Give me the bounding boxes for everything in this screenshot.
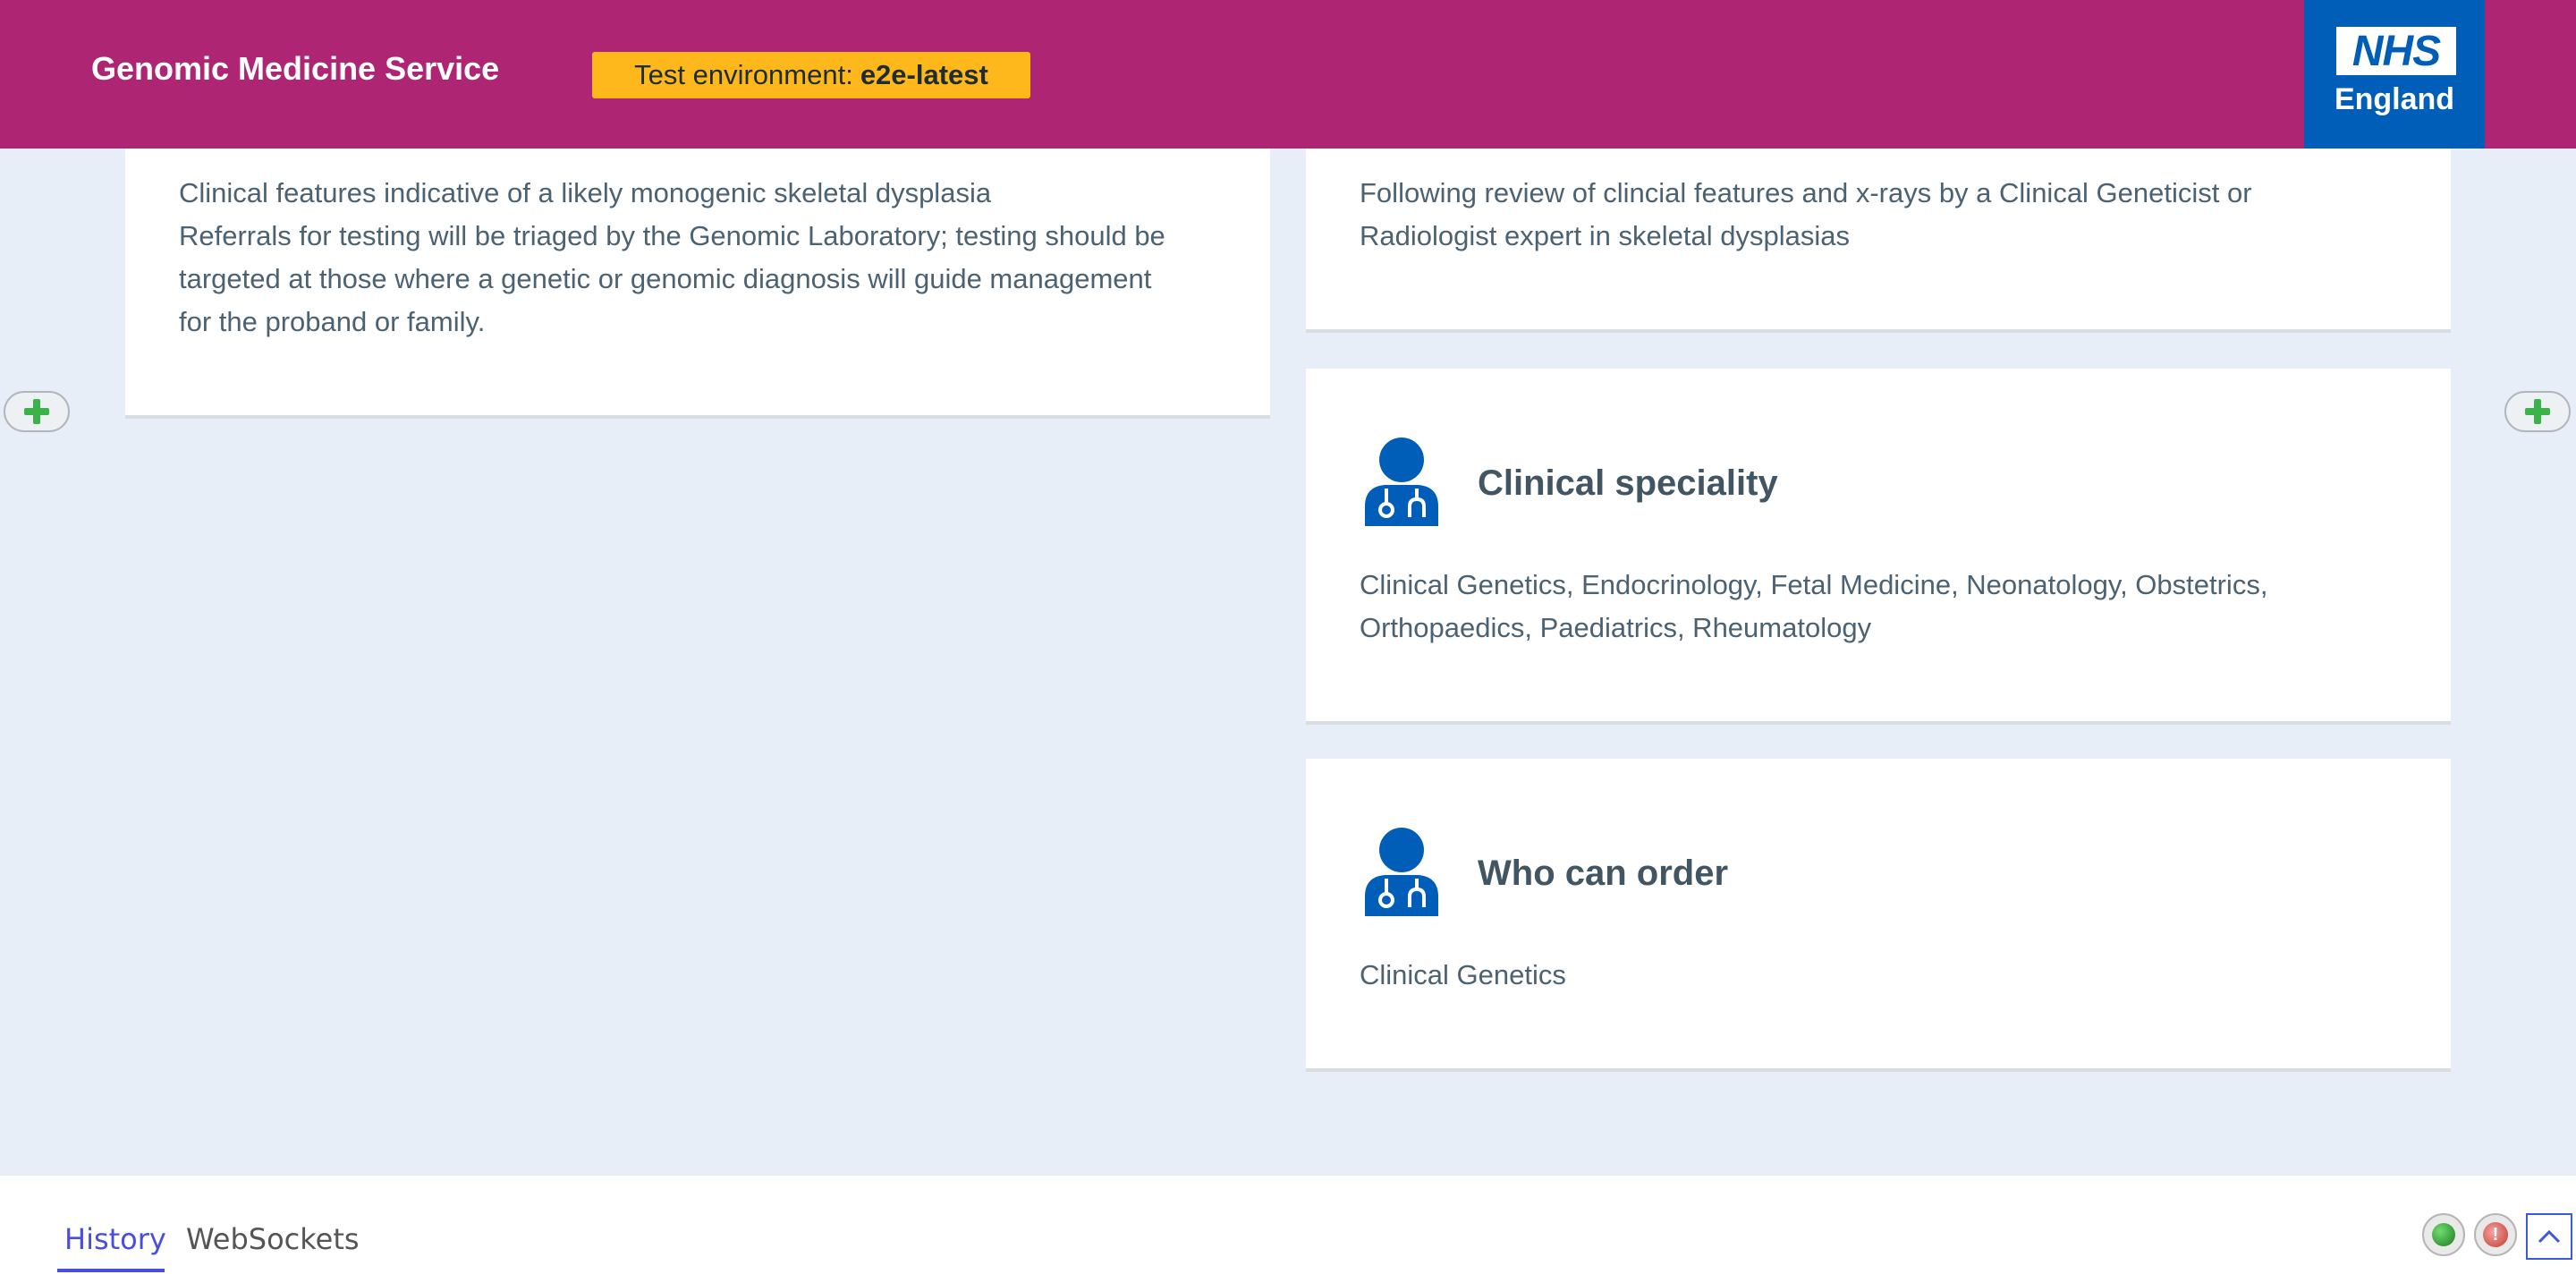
review-line-1: Following review of clincial features an…	[1360, 177, 2252, 208]
who-can-order-line-1: Clinical Genetics	[1360, 959, 1566, 990]
criteria-line-1: Clinical features indicative of a likely…	[179, 177, 992, 208]
nhs-logo-mark: NHS	[2336, 27, 2456, 75]
who-can-order-heading: Who can order	[1478, 854, 1729, 893]
bottom-panel: History WebSockets !	[0, 1176, 2576, 1283]
plus-icon	[24, 399, 49, 424]
environment-name: e2e-latest	[860, 59, 988, 90]
error-status-icon[interactable]: !	[2474, 1213, 2517, 1256]
clinician-icon	[1365, 828, 1438, 916]
clinical-speciality-heading: Clinical speciality	[1478, 463, 1778, 503]
left-expand-button[interactable]	[4, 391, 70, 432]
nhs-england-logo[interactable]: NHS England	[2304, 0, 2485, 149]
criteria-line-4: for the proband or family.	[179, 306, 486, 337]
who-can-order-card: Who can order Clinical Genetics	[1306, 759, 2451, 1068]
clinical-speciality-line-1: Clinical Genetics, Endocrinology, Fetal …	[1360, 569, 2268, 600]
tab-websockets[interactable]: WebSockets	[186, 1222, 360, 1256]
collapse-panel-button[interactable]	[2526, 1213, 2572, 1260]
nhs-logo-subtext: England	[2334, 82, 2455, 116]
clinical-speciality-line-2: Orthopaedics, Paediatrics, Rheumatology	[1360, 612, 1872, 643]
connected-status-icon[interactable]	[2422, 1213, 2465, 1256]
criteria-line-2: Referrals for testing will be triaged by…	[179, 220, 1165, 251]
environment-badge: Test environment: e2e-latest	[592, 52, 1030, 98]
review-card: Following review of clincial features an…	[1306, 149, 2451, 329]
clinician-icon	[1365, 438, 1438, 526]
criteria-line-3: targeted at those where a genetic or gen…	[179, 263, 1152, 294]
clinical-speciality-card: Clinical speciality Clinical Genetics, E…	[1306, 369, 2451, 721]
environment-label: Test environment:	[634, 59, 853, 90]
criteria-card: Clinical features indicative of a likely…	[125, 149, 1270, 415]
chevron-up-icon	[2538, 1229, 2561, 1244]
tab-history[interactable]: History	[64, 1222, 166, 1256]
review-line-2: Radiologist expert in skeletal dysplasia…	[1360, 220, 1850, 251]
active-tab-indicator	[57, 1269, 165, 1272]
plus-icon	[2525, 399, 2550, 424]
right-expand-button[interactable]	[2504, 391, 2571, 432]
app-title[interactable]: Genomic Medicine Service	[91, 50, 499, 88]
app-header: Genomic Medicine Service Test environmen…	[0, 0, 2576, 149]
